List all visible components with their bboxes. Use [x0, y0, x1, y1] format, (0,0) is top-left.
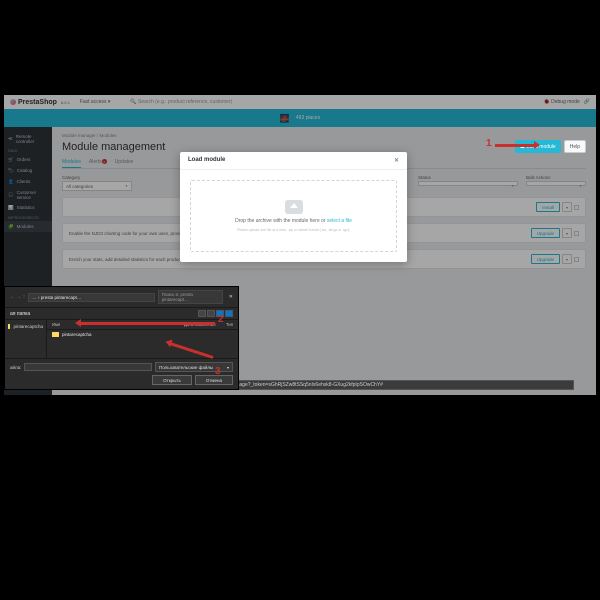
annotation-number-2: 2	[218, 314, 224, 325]
new-folder-button[interactable]: ая папка	[10, 311, 30, 317]
folder-icon	[52, 332, 59, 337]
path-field[interactable]: … › presta pintarecapt…	[28, 293, 155, 302]
cancel-button[interactable]: Отмена	[195, 375, 233, 385]
filename-label: айла:	[10, 365, 21, 370]
dropzone-hint: Please upload one file at a time, .zip o…	[237, 228, 350, 232]
filetype-select[interactable]: Пользовательские файлы	[155, 362, 233, 372]
folder-icon	[8, 324, 10, 329]
annotation-arrow-2	[80, 322, 215, 325]
folder-tree[interactable]: pintarecaptcha	[5, 320, 47, 358]
select-file-link[interactable]: select a file	[327, 218, 352, 224]
browser-addressbar[interactable]: im/manage?_token=sGhRjSZw8tSSq5nIx6ehsk8…	[219, 380, 574, 390]
help-button[interactable]: Help	[564, 140, 586, 153]
modal-title: Load module	[188, 157, 225, 164]
close-icon[interactable]: ✕	[394, 157, 399, 164]
view-mode-buttons[interactable]	[198, 310, 233, 317]
dropzone-text: Drop the archive with the module here or…	[235, 218, 352, 224]
cloud-upload-icon	[285, 200, 303, 214]
annotation-arrow-1	[495, 144, 535, 147]
filename-input[interactable]	[24, 363, 152, 371]
open-button[interactable]: Открыть	[152, 375, 192, 385]
annotation-number-1: 1	[486, 138, 492, 149]
load-module-modal: Load module ✕ Drop the archive with the …	[180, 152, 407, 262]
col-type[interactable]: Тип	[226, 322, 233, 327]
nav-buttons[interactable]: ← → ↑	[10, 294, 25, 300]
close-icon[interactable]: ✕	[229, 294, 233, 300]
list-item[interactable]: pintarecaptcha	[47, 330, 238, 339]
file-open-dialog: ← → ↑ … › presta pintarecapt… Поиск в: p…	[4, 286, 239, 390]
file-dropzone[interactable]: Drop the archive with the module here or…	[190, 180, 397, 252]
annotation-number-3: 3	[215, 366, 221, 377]
search-input[interactable]: Поиск в: presta pintarecapt…	[158, 290, 223, 304]
